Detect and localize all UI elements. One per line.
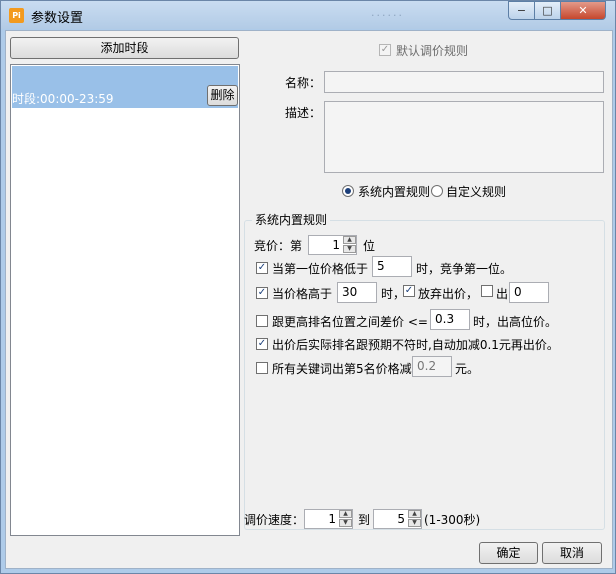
price-cap-rule-label: 当价格高于: [272, 287, 333, 301]
speed-to-label: 到: [358, 513, 371, 527]
price-gap-rule-suffix: 时，出高位价。: [473, 315, 558, 329]
all-keywords-rule-suffix: 元。: [455, 362, 480, 376]
bid-position-suffix: 位: [363, 239, 376, 253]
app-icon: Pi: [9, 8, 24, 23]
builtin-rule-radio-label: 系统内置规则: [358, 185, 431, 199]
abandon-bid-label: 放弃出价，: [418, 287, 479, 301]
speed-from-down-arrow-icon[interactable]: ▼: [339, 519, 352, 527]
maximize-button[interactable]: □: [534, 1, 561, 20]
title-ghost-text: ······: [371, 9, 404, 22]
speed-range-hint: (1-300秒): [424, 513, 481, 527]
auto-adjust-rule-label: 出价后实际排名跟预期不符时,自动加减0.1元再出价。: [272, 338, 559, 352]
bid-position-prefix: 竞价：第: [254, 239, 303, 253]
speed-to-up-arrow-icon[interactable]: ▲: [408, 510, 421, 518]
all-keywords-rule-checkbox[interactable]: [256, 362, 268, 374]
abandon-bid-checkbox[interactable]: ✓: [403, 285, 415, 297]
name-input[interactable]: [324, 71, 604, 93]
time-slot-list[interactable]: 时段:00:00-23:59 删除: [10, 64, 240, 536]
all-keywords-rule-label: 所有关键词出第5名价格减: [272, 362, 412, 376]
description-input[interactable]: [324, 101, 604, 173]
add-time-slot-button[interactable]: 添加时段: [10, 37, 239, 59]
all-keywords-price-input[interactable]: 0.2: [412, 356, 452, 377]
minimize-button[interactable]: −: [508, 1, 535, 20]
price-gap-rule-checkbox[interactable]: [256, 315, 268, 327]
first-price-rule-checkbox[interactable]: ✓: [256, 262, 268, 274]
radio-selected-dot: [345, 188, 351, 194]
cancel-button[interactable]: 取消: [542, 542, 602, 564]
price-cap-mid-text: 时，: [381, 287, 406, 301]
description-label: 描述：: [285, 106, 322, 120]
speed-label: 调价速度：: [244, 513, 305, 527]
title-bar[interactable]: Pi 参数设置 ······ − □ ✕: [1, 1, 615, 29]
speed-to-down-arrow-icon[interactable]: ▼: [408, 519, 421, 527]
window-title: 参数设置: [31, 11, 84, 26]
price-cap-input[interactable]: 30: [337, 282, 377, 303]
custom-rule-radio-label: 自定义规则: [446, 185, 507, 199]
custom-rule-radio[interactable]: [431, 185, 443, 197]
name-label: 名称：: [285, 76, 322, 90]
settings-window: Pi 参数设置 ······ − □ ✕ 添加时段 时段:00:00-23:59…: [0, 0, 616, 574]
delete-slot-button[interactable]: 删除: [207, 85, 238, 106]
dialog-body: 添加时段 时段:00:00-23:59 删除 ✓ 默认调价规则 名称： 描述： …: [5, 30, 613, 569]
first-price-input[interactable]: 5: [372, 256, 412, 277]
default-rule-label: 默认调价规则: [396, 44, 469, 58]
price-gap-rule-label: 跟更高排名位置之间差价 <=: [272, 315, 428, 329]
first-price-rule-label: 当第一位价格低于: [272, 262, 369, 276]
close-button[interactable]: ✕: [560, 1, 606, 20]
time-slot-label: 时段:00:00-23:59: [12, 92, 114, 106]
out-bid-label: 出: [496, 287, 509, 301]
ok-button[interactable]: 确定: [479, 542, 538, 564]
bid-position-down-arrow-icon[interactable]: ▼: [343, 245, 356, 253]
out-bid-checkbox[interactable]: [481, 285, 493, 297]
auto-adjust-rule-checkbox[interactable]: ✓: [256, 338, 268, 350]
bid-position-up-arrow-icon[interactable]: ▲: [343, 236, 356, 244]
out-bid-input[interactable]: 0: [509, 282, 549, 303]
builtin-rule-radio[interactable]: [342, 185, 354, 197]
price-cap-rule-checkbox[interactable]: ✓: [256, 287, 268, 299]
default-rule-checkbox[interactable]: ✓: [379, 44, 391, 56]
first-price-rule-suffix: 时，竞争第一位。: [416, 262, 513, 276]
speed-from-up-arrow-icon[interactable]: ▲: [339, 510, 352, 518]
time-slot-item[interactable]: 时段:00:00-23:59 删除: [12, 66, 238, 108]
builtin-rules-group-title: 系统内置规则: [252, 211, 331, 228]
price-gap-input[interactable]: 0.3: [430, 309, 470, 330]
